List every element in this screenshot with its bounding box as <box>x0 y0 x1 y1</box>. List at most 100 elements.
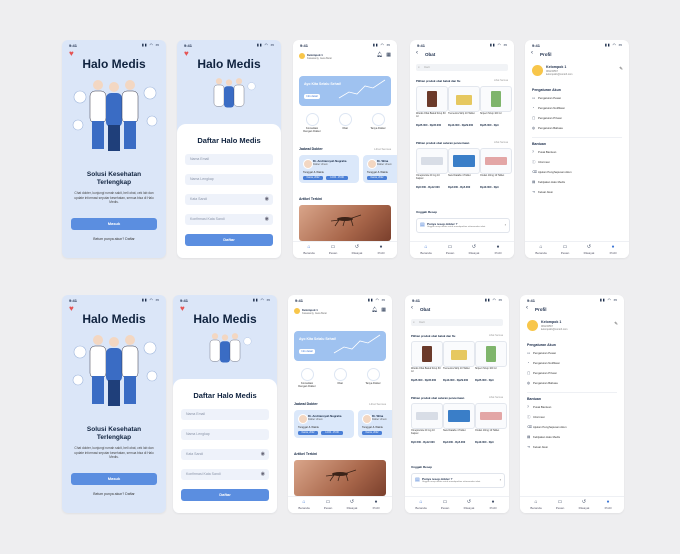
menu-item-logout[interactable]: ⇥ Keluar Akun <box>532 190 553 194</box>
eye-icon[interactable]: ◉ <box>260 194 269 205</box>
password-field[interactable]: Kata Sandi ◉ <box>185 194 273 205</box>
nav-home[interactable]: ⌂ Beranda <box>294 499 314 510</box>
nav-profile[interactable]: ● Profil <box>483 499 503 510</box>
nav-history[interactable]: ↺ Riwayat <box>579 244 599 255</box>
nav-profile[interactable]: ● Profil <box>488 244 508 255</box>
category-consult[interactable]: Konsultasi Dengan Dokter <box>298 368 316 388</box>
eye-icon[interactable]: ◉ <box>260 214 269 225</box>
nav-messages[interactable]: ▭ Pesan <box>550 499 570 510</box>
category-ask[interactable]: Tanya Dokter <box>369 113 387 130</box>
doctor-card[interactable]: Dr. Wina Dokter Umum Tanggal & Waktu Kam… <box>363 155 397 183</box>
menu-item-messages[interactable]: ▭ Pengaturan Pesan <box>532 96 561 100</box>
article-image[interactable] <box>294 460 386 496</box>
doctor-card[interactable]: Dr. Andriansyah Nugraha Dokter Umum Tang… <box>294 410 354 438</box>
menu-item-delete-account[interactable]: ⌫Ajukan Penghapusan Akun <box>532 170 572 174</box>
product-card[interactable]: Tremenza Strip 10 Tablet Rp13.000 - Rp29… <box>443 341 475 389</box>
product-card[interactable]: Omeprazole 20 mg 10 Kapsul Rp5.500 - Rp1… <box>411 403 443 451</box>
edit-icon[interactable]: ✎ <box>614 321 618 327</box>
see-all-link[interactable]: Lihat Semua <box>494 79 508 82</box>
see-all-link[interactable]: Lihat Semua <box>489 334 503 337</box>
menu-item-policy[interactable]: ▤ Kebijakan Halo Medis <box>532 180 565 184</box>
search-input[interactable]: ⌕ Cari <box>411 319 503 326</box>
menu-item-messages[interactable]: ▭ Pengaturan Pesan <box>527 351 556 355</box>
menu-item-policy[interactable]: ▤ Kebijakan Halo Medis <box>527 435 560 439</box>
bell-icon[interactable]: 🔔︎ <box>372 307 378 313</box>
nav-profile[interactable]: ● Profil <box>603 244 623 255</box>
see-all-link[interactable]: Lihat Semua <box>374 147 391 151</box>
name-field[interactable]: Nama Lengkap <box>181 429 269 440</box>
product-card[interactable]: Ondan 10mg 10 Tablet Rp10.000 - Rp3 <box>475 403 507 451</box>
back-icon[interactable]: ‹ <box>416 50 418 56</box>
nav-history[interactable]: ↺ Riwayat <box>342 499 362 510</box>
nav-history[interactable]: ↺ Riwayat <box>464 244 484 255</box>
nav-home[interactable]: ⌂ Beranda <box>531 244 551 255</box>
nav-messages[interactable]: ▭ Pesan <box>318 499 338 510</box>
email-field[interactable]: Nama Email <box>181 409 269 420</box>
menu-item-info[interactable]: ⓘ Informasi <box>532 160 550 165</box>
menu-item-info[interactable]: ⓘ Informasi <box>527 415 545 420</box>
category-medicine[interactable]: Obat <box>336 113 354 130</box>
product-card[interactable]: Sirpect Sirup 100 ml Rp25.000 - Rp3 <box>475 341 507 389</box>
see-all-link[interactable]: Lihat Semua <box>494 141 508 144</box>
menu-item-privacy[interactable]: ▢ Pengaturan Privasi <box>527 371 557 375</box>
bell-icon[interactable]: 🔔︎ <box>377 52 383 58</box>
category-ask[interactable]: Tanya Dokter <box>364 368 382 385</box>
name-field[interactable]: Nama Lengkap <box>185 174 273 185</box>
product-card[interactable]: Woods Obat Batuk Sirup 60 ml Rp25.000 - … <box>416 86 448 134</box>
see-all-link[interactable]: Lihat Semua <box>369 402 386 406</box>
banner-button[interactable]: Info detail <box>304 94 320 99</box>
login-button[interactable]: Masuk <box>71 473 157 485</box>
search-input[interactable]: ⌕ Cari <box>416 64 508 71</box>
doctor-card[interactable]: Dr. Wina Dokter Umum Tanggal & Waktu Kam… <box>358 410 392 438</box>
eye-icon[interactable]: ◉ <box>256 469 265 480</box>
menu-item-language[interactable]: ◍ Pengaturan Bahasa <box>527 381 558 385</box>
confirm-password-field[interactable]: Konfirmasi Kata Sandi ◉ <box>185 214 273 225</box>
eye-icon[interactable]: ◉ <box>256 449 265 460</box>
nav-profile[interactable]: ● Profil <box>366 499 386 510</box>
edit-icon[interactable]: ✎ <box>619 66 623 72</box>
product-card[interactable]: Woods Obat Batuk Sirup 60 ml Rp25.000 - … <box>411 341 443 389</box>
category-consult[interactable]: Konsultasi Dengan Dokter <box>303 113 321 133</box>
nav-home[interactable]: ⌂ Beranda <box>411 499 431 510</box>
nav-messages[interactable]: ▭ Pesan <box>323 244 343 255</box>
menu-item-notifications[interactable]: ◔ Pengaturan Notifikasi <box>527 361 560 365</box>
nav-home[interactable]: ⌂ Beranda <box>416 244 436 255</box>
nav-messages[interactable]: ▭ Pesan <box>440 244 460 255</box>
nav-profile[interactable]: ● Profil <box>371 244 391 255</box>
banner-button[interactable]: Info detail <box>299 349 315 354</box>
menu-item-delete-account[interactable]: ⌫Ajukan Penghapusan Akun <box>527 425 567 429</box>
health-banner[interactable]: Ayo Kita Selalu Sehat! Info detail <box>299 76 391 106</box>
see-all-link[interactable]: Lihat Semua <box>489 396 503 399</box>
register-link[interactable]: Belum punya akun? Daftar <box>62 492 166 496</box>
health-banner[interactable]: Ayo Kita Selalu Sehat! Info detail <box>294 331 386 361</box>
product-card[interactable]: Ondan 10mg 10 Tablet Rp10.000 - Rp3 <box>480 148 512 196</box>
login-button[interactable]: Masuk <box>71 218 157 230</box>
nav-history[interactable]: ↺ Riwayat <box>574 499 594 510</box>
menu-item-privacy[interactable]: ▢ Pengaturan Privasi <box>532 116 562 120</box>
nav-home[interactable]: ⌂ Beranda <box>526 499 546 510</box>
email-field[interactable]: Nama Email <box>185 154 273 165</box>
menu-item-language[interactable]: ◍ Pengaturan Bahasa <box>532 126 563 130</box>
menu-item-logout[interactable]: ⇥ Keluar Akun <box>527 445 548 449</box>
upload-prescription-card[interactable]: ▤ Punya resep dokter ? Unggah resep dokt… <box>411 473 505 488</box>
product-card[interactable]: Omeprazole 20 mg 10 Kapsul Rp5.500 - Rp1… <box>416 148 448 196</box>
back-icon[interactable]: ‹ <box>526 305 528 311</box>
menu-item-notifications[interactable]: ◔ Pengaturan Notifikasi <box>532 106 565 110</box>
grid-icon[interactable]: ▦ <box>381 307 386 313</box>
category-medicine[interactable]: Obat <box>331 368 349 385</box>
nav-history[interactable]: ↺ Riwayat <box>459 499 479 510</box>
nav-profile[interactable]: ● Profil <box>598 499 618 510</box>
nav-home[interactable]: ⌂ Beranda <box>299 244 319 255</box>
menu-item-help-center[interactable]: ? Pusat Bantuan <box>532 150 556 154</box>
nav-messages[interactable]: ▭ Pesan <box>555 244 575 255</box>
register-button[interactable]: Daftar <box>185 234 273 246</box>
nav-messages[interactable]: ▭ Pesan <box>435 499 455 510</box>
grid-icon[interactable]: ▦ <box>386 52 391 58</box>
product-card[interactable]: Tremenza Strip 10 Tablet Rp13.000 - Rp29… <box>448 86 480 134</box>
back-icon[interactable]: ‹ <box>531 50 533 56</box>
nav-history[interactable]: ↺ Riwayat <box>347 244 367 255</box>
register-button[interactable]: Daftar <box>181 489 269 501</box>
menu-item-help-center[interactable]: ? Pusat Bantuan <box>527 405 551 409</box>
product-card[interactable]: New Diatabs 4 Tablet Rp3.000 - Rp5.000 <box>443 403 475 451</box>
product-card[interactable]: New Diatabs 4 Tablet Rp3.000 - Rp5.000 <box>448 148 480 196</box>
